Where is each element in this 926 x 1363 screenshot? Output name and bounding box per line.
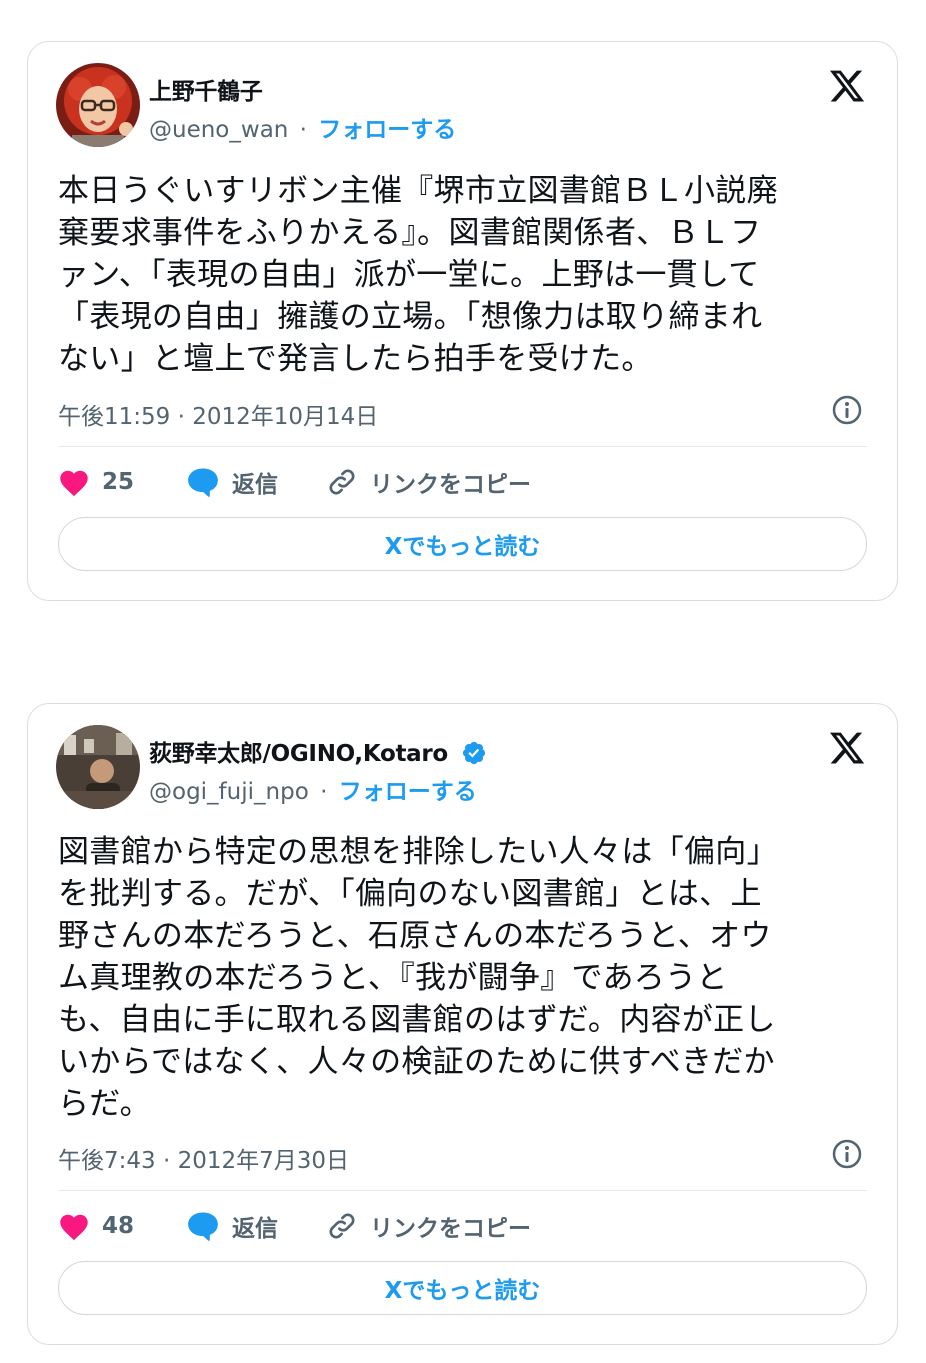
read-more-button[interactable]: Xでもっと読む [58,517,867,571]
follow-button[interactable]: フォローする [339,779,477,805]
divider [58,446,867,447]
like-button[interactable]: 48 [58,1206,134,1246]
link-icon [329,469,355,495]
verified-badge-icon [461,740,487,772]
follow-button[interactable]: フォローする [318,117,456,143]
author-name[interactable]: 上野千鶴子 [149,72,263,106]
separator-dot: · [320,779,328,805]
reply-button[interactable]: 返信 [186,1206,278,1246]
divider [58,1190,867,1191]
like-count: 25 [102,469,135,495]
reply-button[interactable]: 返信 [186,462,278,502]
info-icon[interactable] [831,394,863,426]
action-bar: 48 返信 リンクをコピー [58,1206,867,1246]
reply-bubble-icon [188,1212,218,1241]
tweet-text: 本日うぐいすリボン主催『堺市立図書館ＢＬ小説廃 棄要求事件をふりかえる』。図書館… [58,173,778,377]
reply-bubble-icon [188,468,218,497]
tweet-text: 図書館から特定の思想を排除したい人々は「偏向」 を批判する。だが、「偏向のない図… [58,834,778,1122]
action-bar: 25 返信 リンクをコピー [58,462,867,502]
author-name-row: 荻野幸太郎/OGINO,Kotaro [149,734,487,772]
tweet-card: 荻野幸太郎/OGINO,Kotaro @ogi_fuji_npo · フォローす… [27,703,898,1345]
x-logo-icon[interactable] [828,729,866,767]
timestamp[interactable]: 午後11:59 · 2012年10月14日 [58,397,378,431]
info-icon[interactable] [831,1138,863,1170]
tweet-card: 上野千鶴子 @ueno_wan · フォローする 本日うぐいすリボン主催『堺市立… [27,41,898,601]
avatar[interactable] [56,725,140,809]
like-count: 48 [102,1213,135,1239]
author-handle[interactable]: @ueno_wan [149,117,288,143]
heart-icon [60,1214,88,1241]
reply-label: 返信 [232,1216,278,1242]
heart-icon [60,470,88,497]
separator-dot: · [299,117,307,143]
read-more-button[interactable]: Xでもっと読む [58,1261,867,1315]
copy-link-button[interactable]: リンクをコピー [326,462,531,502]
x-logo-icon[interactable] [828,67,866,105]
timestamp[interactable]: 午後7:43 · 2012年7月30日 [58,1141,349,1175]
handle-row: @ogi_fuji_npo · フォローする [149,772,477,806]
copy-link-button[interactable]: リンクをコピー [326,1206,531,1246]
author-name[interactable]: 荻野幸太郎/OGINO,Kotaro [149,741,448,767]
copy-link-label: リンクをコピー [370,472,531,498]
like-button[interactable]: 25 [58,462,134,502]
copy-link-label: リンクをコピー [370,1216,531,1242]
author-handle[interactable]: @ogi_fuji_npo [149,779,309,805]
reply-label: 返信 [232,472,278,498]
link-icon [329,1213,355,1239]
avatar[interactable] [56,63,140,147]
handle-row: @ueno_wan · フォローする [149,110,456,144]
